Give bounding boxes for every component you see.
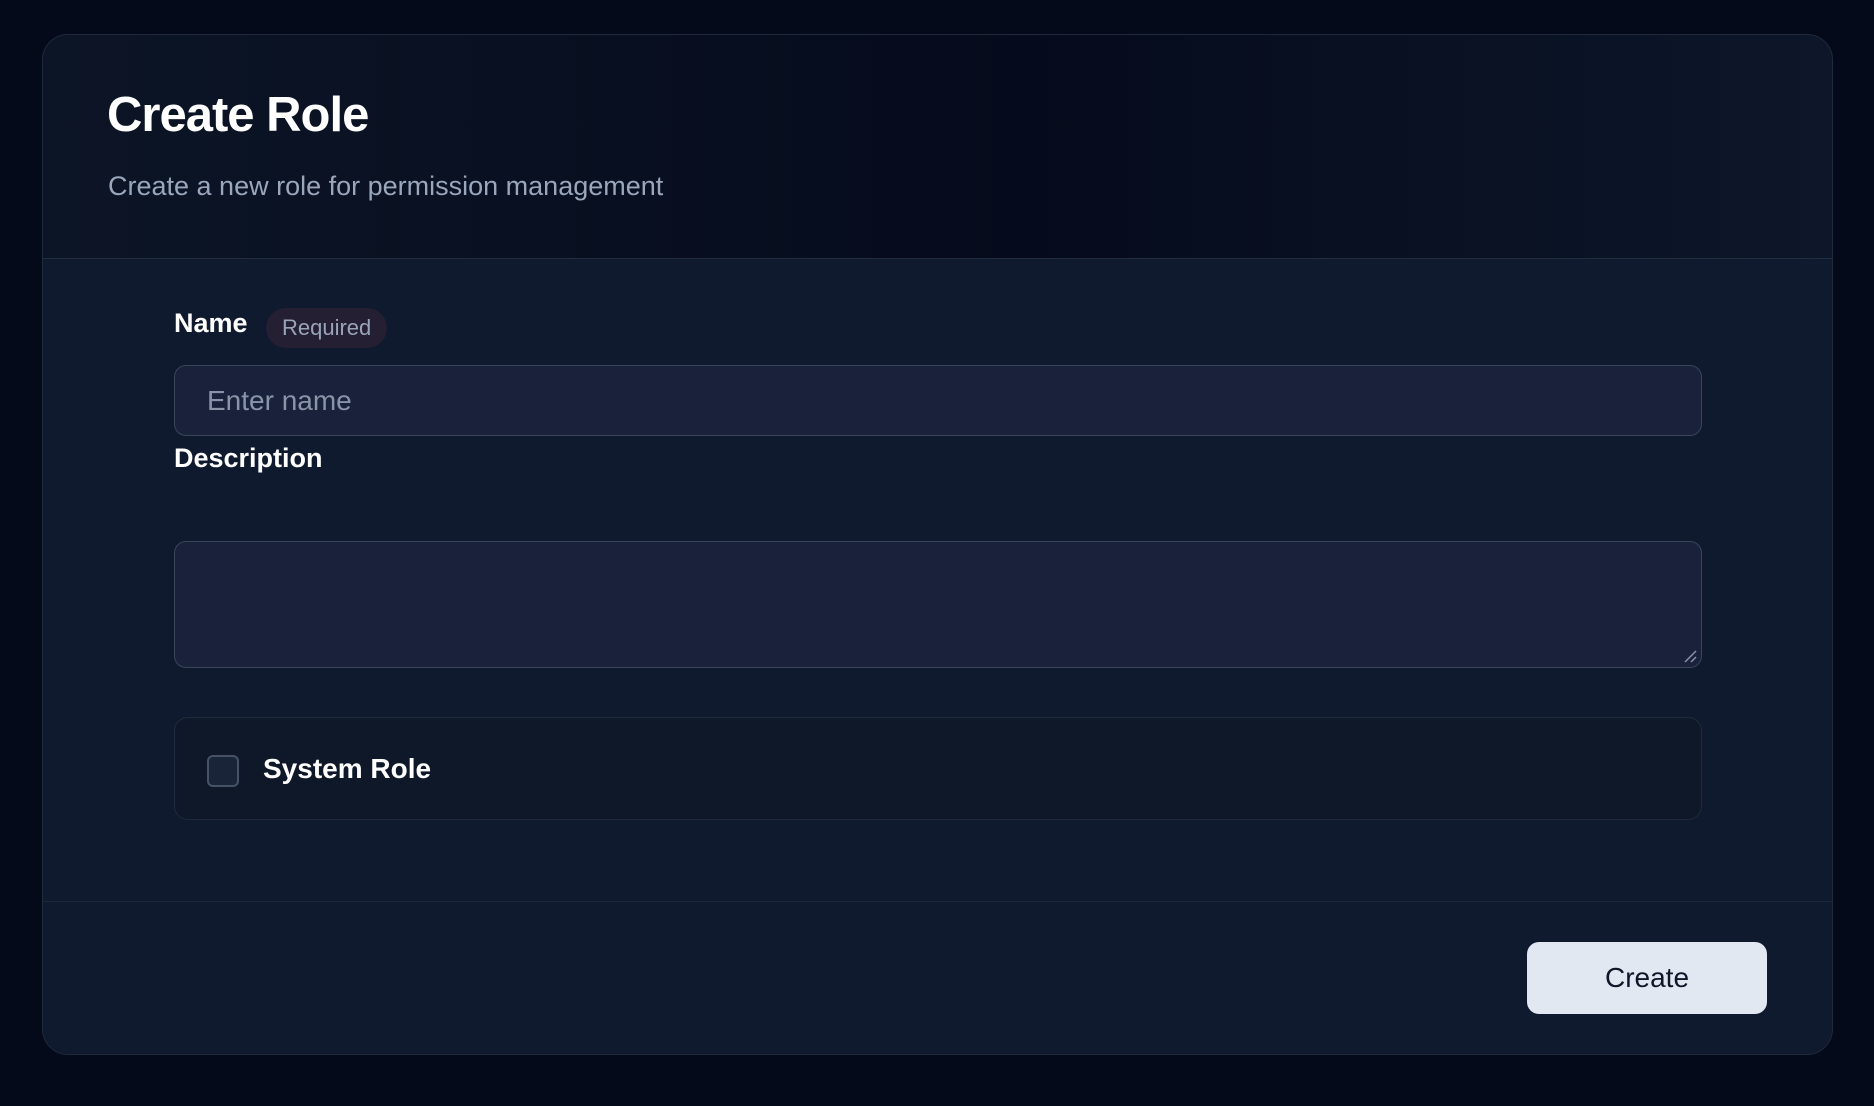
- name-label: Name: [174, 308, 248, 338]
- system-role-checkbox[interactable]: [207, 755, 239, 787]
- system-role-option[interactable]: System Role: [174, 717, 1702, 820]
- card-footer: Create: [43, 901, 1832, 1054]
- card-header: Create Role Create a new role for permis…: [43, 35, 1832, 259]
- resize-grip-icon[interactable]: [1683, 649, 1697, 663]
- required-badge: Required: [266, 308, 388, 348]
- page-title: Create Role: [107, 88, 369, 142]
- description-label: Description: [174, 443, 323, 473]
- name-input[interactable]: [174, 365, 1702, 436]
- page-subtitle: Create a new role for permission managem…: [108, 171, 664, 201]
- create-role-card: Create Role Create a new role for permis…: [42, 34, 1833, 1055]
- create-button[interactable]: Create: [1527, 942, 1767, 1014]
- description-textarea[interactable]: [174, 541, 1702, 668]
- form-body: Name Required Description System Role: [43, 261, 1832, 901]
- system-role-label: System Role: [263, 753, 432, 784]
